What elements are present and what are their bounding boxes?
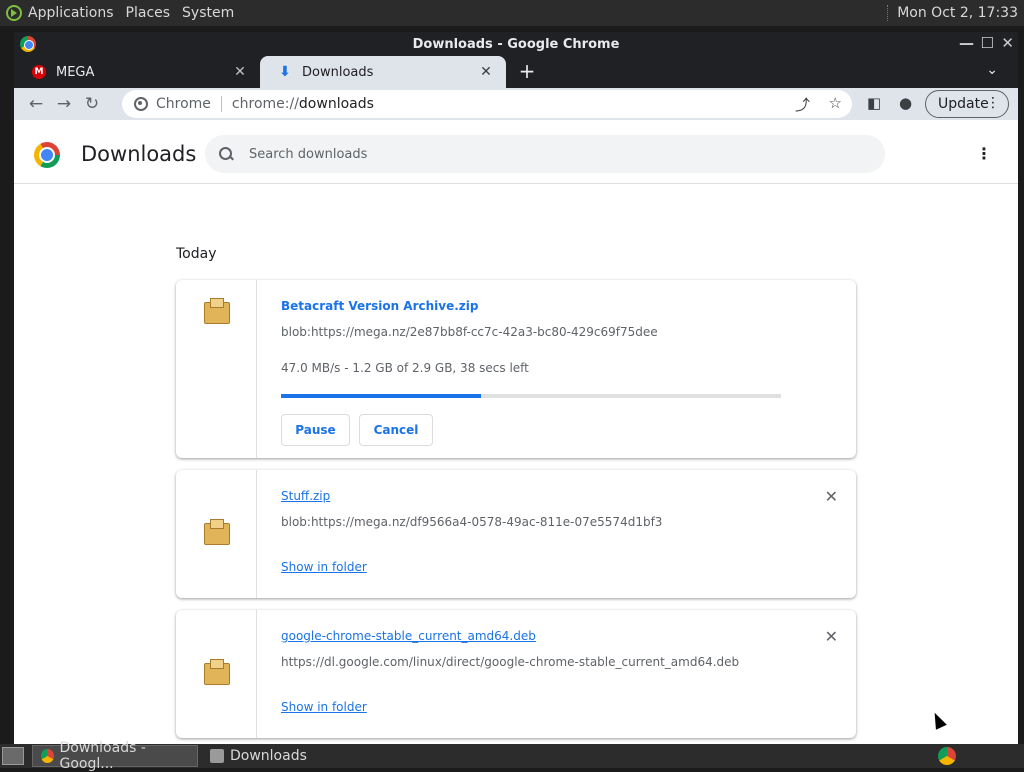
file-icon-column bbox=[176, 280, 257, 458]
address-bar[interactable]: Chrome chrome://downloads ⤴ ☆ bbox=[122, 90, 852, 118]
chrome-site-icon[interactable] bbox=[134, 97, 148, 111]
distro-logo-icon[interactable] bbox=[6, 5, 22, 21]
remove-from-list-icon[interactable]: ✕ bbox=[825, 487, 838, 506]
reload-button[interactable]: ↻ bbox=[78, 90, 106, 118]
menu-places[interactable]: Places bbox=[126, 5, 171, 21]
tab-strip: M MEGA ✕ ⬇ Downloads ✕ + ⌄ bbox=[14, 56, 1018, 88]
download-favicon-icon: ⬇ bbox=[279, 64, 291, 80]
folder-icon bbox=[210, 749, 224, 763]
chrome-taskbar-icon bbox=[41, 749, 54, 763]
profile-icon[interactable]: ● bbox=[899, 94, 912, 112]
bookmark-star-icon[interactable]: ☆ bbox=[829, 94, 842, 112]
bottom-taskbar: Downloads - Googl... Downloads bbox=[0, 740, 1024, 772]
download-item-stuff: Stuff.zip ✕ blob:https://mega.nz/df9566a… bbox=[176, 470, 856, 598]
menu-applications[interactable]: Applications bbox=[28, 5, 114, 21]
search-box[interactable] bbox=[205, 135, 885, 173]
download-item-chrome-deb: google-chrome-stable_current_amd64.deb ✕… bbox=[176, 610, 856, 738]
archive-file-icon bbox=[204, 298, 230, 324]
forward-button[interactable]: → bbox=[50, 90, 78, 118]
url-scheme: chrome:// bbox=[231, 96, 299, 112]
page-header: Downloads ⋮ bbox=[14, 126, 1018, 184]
tab-label: Downloads bbox=[302, 64, 374, 80]
download-item-betacraft: Betacraft Version Archive.zip blob:https… bbox=[176, 280, 856, 458]
search-input[interactable] bbox=[249, 146, 829, 162]
archive-file-icon bbox=[204, 659, 230, 685]
download-status: 47.0 MB/s - 1.2 GB of 2.9 GB, 38 secs le… bbox=[281, 361, 529, 375]
taskbar-item-label: Downloads bbox=[230, 748, 307, 764]
side-panel-icon[interactable]: ◧ bbox=[867, 94, 881, 112]
page-title: Downloads bbox=[81, 142, 197, 166]
chrome-logo-icon bbox=[34, 142, 60, 168]
update-label: Update bbox=[938, 96, 989, 112]
update-button[interactable]: Update ⋮ bbox=[925, 90, 1009, 118]
maximize-button[interactable]: ☐ bbox=[981, 34, 994, 52]
new-tab-button[interactable]: + bbox=[512, 56, 542, 88]
close-tab-icon[interactable]: ✕ bbox=[478, 64, 494, 80]
minimize-button[interactable]: — bbox=[959, 34, 974, 52]
show-in-folder-link[interactable]: Show in folder bbox=[281, 700, 367, 714]
date-heading: Today bbox=[176, 246, 217, 262]
file-icon-column bbox=[176, 610, 257, 738]
omnibox-separator bbox=[220, 96, 222, 112]
file-source-url: https://dl.google.com/linux/direct/googl… bbox=[281, 655, 740, 669]
tray-chrome-icon[interactable] bbox=[938, 747, 956, 765]
downloads-page: Downloads ⋮ Today Betacraft Version Arch… bbox=[14, 126, 1018, 744]
tab-mega[interactable]: M MEGA ✕ bbox=[14, 56, 260, 88]
file-name-link[interactable]: Betacraft Version Archive.zip bbox=[281, 299, 478, 313]
taskbar-item-chrome[interactable]: Downloads - Googl... bbox=[32, 740, 198, 772]
tab-downloads[interactable]: ⬇ Downloads ✕ bbox=[260, 56, 506, 88]
url-host: downloads bbox=[298, 96, 374, 112]
remove-from-list-icon[interactable]: ✕ bbox=[825, 627, 838, 646]
file-name-link[interactable]: Stuff.zip bbox=[281, 489, 330, 503]
taskbar-item-label: Downloads - Googl... bbox=[59, 740, 146, 772]
file-source-url: blob:https://mega.nz/2e87bb8f-cc7c-42a3-… bbox=[281, 325, 658, 339]
page-more-menu-icon[interactable]: ⋮ bbox=[976, 144, 992, 163]
title-bar: Downloads - Google Chrome — ☐ ✕ bbox=[14, 32, 1018, 56]
share-icon[interactable]: ⤴ bbox=[795, 94, 810, 115]
close-tab-icon[interactable]: ✕ bbox=[232, 64, 248, 80]
cancel-button[interactable]: Cancel bbox=[359, 414, 433, 446]
back-button[interactable]: ← bbox=[22, 90, 50, 118]
file-icon-column bbox=[176, 470, 257, 598]
mega-favicon-icon: M bbox=[32, 65, 46, 79]
show-desktop-icon[interactable] bbox=[2, 747, 24, 765]
download-progress-bar bbox=[281, 394, 781, 398]
window-title: Downloads - Google Chrome bbox=[412, 36, 620, 52]
tab-label: MEGA bbox=[56, 64, 95, 80]
pause-button[interactable]: Pause bbox=[281, 414, 350, 446]
download-progress-fill bbox=[281, 394, 481, 398]
chrome-window-icon bbox=[20, 36, 36, 52]
taskbar-item-folder[interactable]: Downloads bbox=[202, 745, 315, 767]
top-panel: Applications Places System Mon Oct 2, 17… bbox=[0, 0, 1024, 26]
search-icon bbox=[219, 147, 233, 161]
archive-file-icon bbox=[204, 519, 230, 545]
file-name-link[interactable]: google-chrome-stable_current_amd64.deb bbox=[281, 629, 536, 643]
browser-toolbar: ← → ↻ Chrome chrome://downloads ⤴ ☆ ◧ ● … bbox=[14, 88, 1018, 120]
chrome-window: Downloads - Google Chrome — ☐ ✕ M MEGA ✕… bbox=[14, 32, 1018, 744]
menu-system[interactable]: System bbox=[182, 5, 234, 21]
file-source-url: blob:https://mega.nz/df9566a4-0578-49ac-… bbox=[281, 515, 663, 529]
site-chip-label: Chrome bbox=[156, 96, 211, 112]
close-window-button[interactable]: ✕ bbox=[1001, 34, 1014, 52]
tab-search-chevron-icon[interactable]: ⌄ bbox=[986, 62, 998, 78]
clock[interactable]: Mon Oct 2, 17:33 bbox=[887, 5, 1018, 21]
more-menu-icon[interactable]: ⋮ bbox=[986, 95, 1000, 111]
show-in-folder-link[interactable]: Show in folder bbox=[281, 560, 367, 574]
